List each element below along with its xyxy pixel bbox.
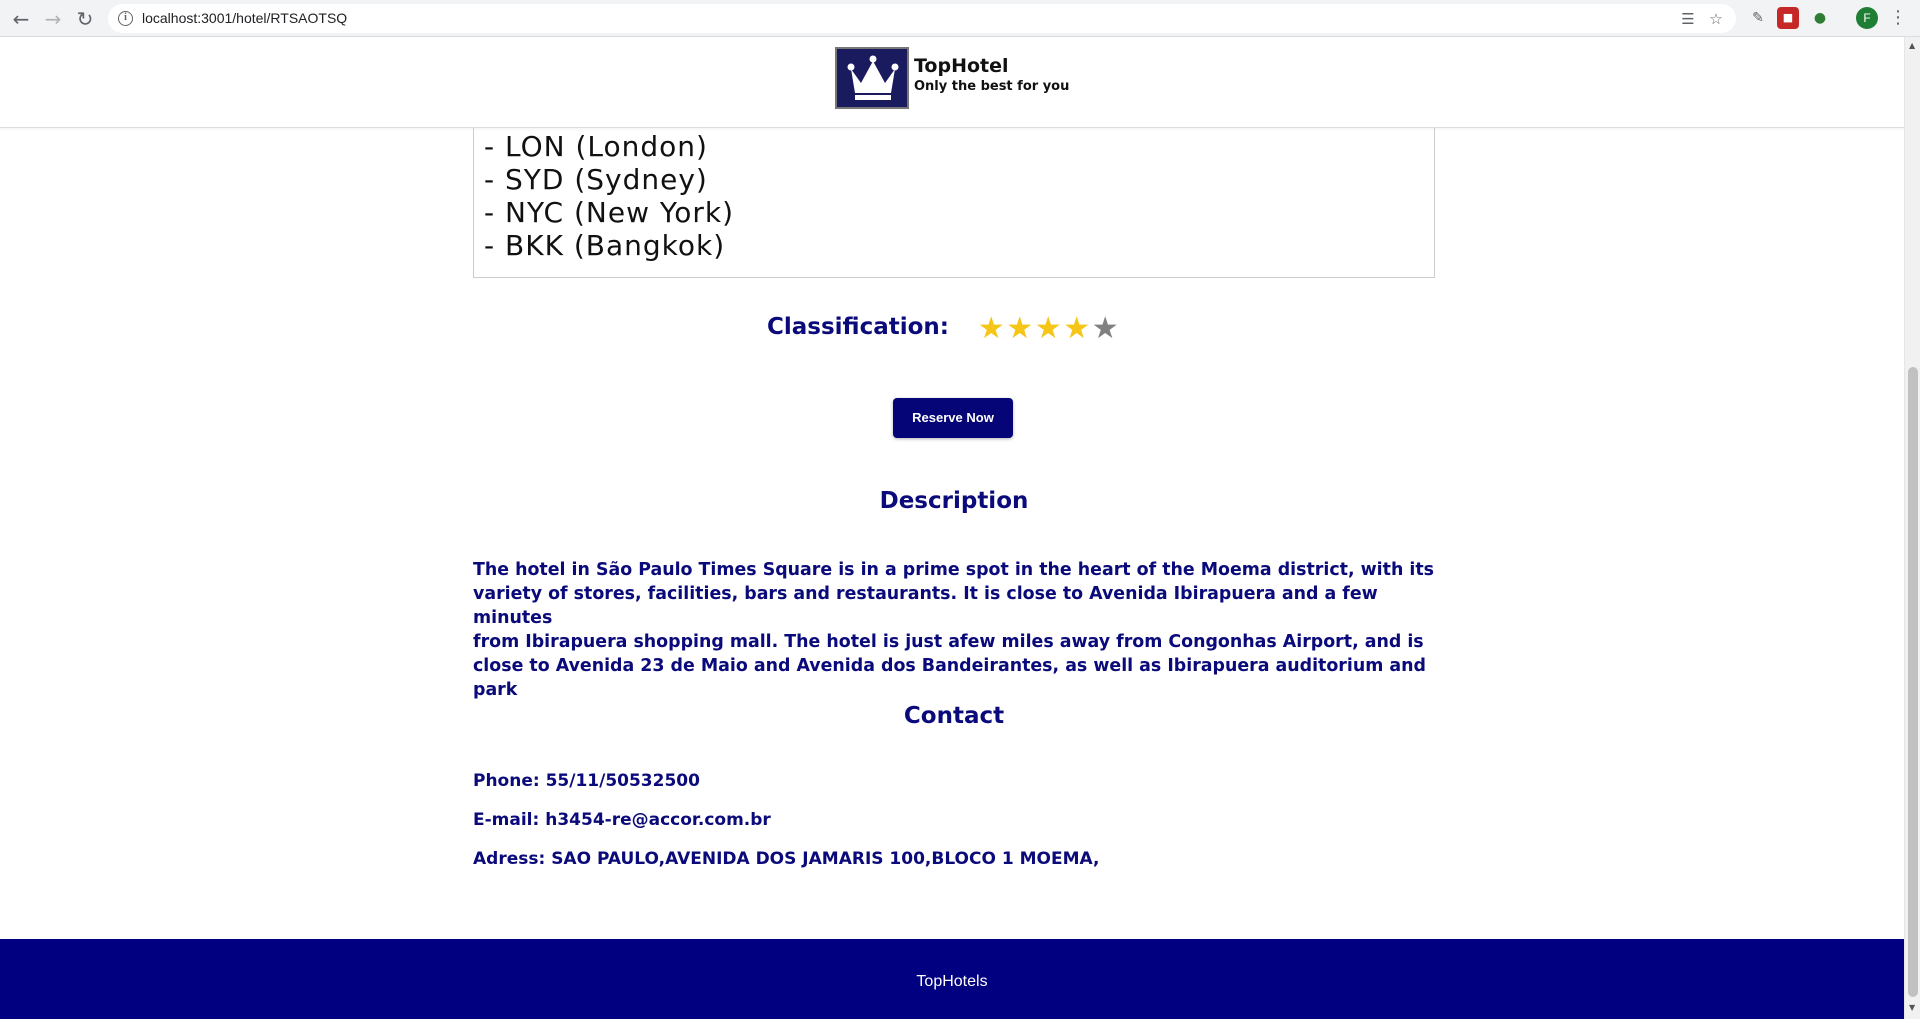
classification-label: Classification: [767, 314, 950, 340]
extension-icon[interactable]: ✎ [1747, 7, 1769, 29]
airport-code-line: - NYC (New York) [484, 196, 735, 229]
logo[interactable]: TopHotel Only the best for you [835, 47, 1075, 109]
extension-icon[interactable]: ● [1809, 7, 1831, 29]
description-heading: Description [879, 488, 1029, 514]
scroll-thumb[interactable] [1908, 367, 1918, 997]
star-empty-icon: ★ [1091, 311, 1119, 346]
site-footer: TopHotels [0, 939, 1904, 1019]
reserve-now-button[interactable]: Reserve Now [893, 398, 1013, 438]
description-line: The hotel in São Paulo Times Square is i… [473, 560, 1435, 580]
airport-code-line: - BKK (Bangkok) [484, 229, 726, 262]
kebab-menu-icon[interactable]: ⋮ [1888, 6, 1908, 30]
star-filled-icon: ★ [1063, 311, 1091, 346]
browser-toolbar: ← → ↻ i localhost:3001/hotel/RTSAOTSQ ☰ … [0, 0, 1920, 37]
site-header: TopHotel Only the best for you [0, 37, 1904, 128]
contact-address: Adress: SAO PAULO,AVENIDA DOS JAMARIS 10… [473, 849, 1100, 869]
page-scrollbar[interactable]: ▲ ▼ [1904, 37, 1920, 1019]
description-line: close to Avenida 23 de Maio and Avenida … [473, 656, 1426, 700]
contact-email: E-mail: h3454-re@accor.com.br [473, 810, 771, 830]
airport-code-line: - LON (London) [484, 130, 708, 163]
address-bar[interactable]: i localhost:3001/hotel/RTSAOTSQ ☰ ☆ [108, 4, 1736, 33]
footer-text: TopHotels [916, 973, 988, 990]
description-line: from Ibirapuera shopping mall. The hotel… [473, 632, 1424, 652]
airport-codes-image: - LON (London) - SYD (Sydney) - NYC (New… [473, 128, 1435, 278]
star-filled-icon: ★ [977, 311, 1005, 346]
translate-icon[interactable]: ☰ [1678, 9, 1698, 29]
reload-icon[interactable]: ↻ [72, 6, 98, 32]
contact-heading: Contact [903, 703, 1005, 729]
scroll-up-icon[interactable]: ▲ [1909, 41, 1915, 50]
back-icon[interactable]: ← [8, 6, 34, 32]
description-text: The hotel in São Paulo Times Square is i… [473, 558, 1435, 702]
bookmark-star-icon[interactable]: ☆ [1706, 9, 1726, 29]
logo-title: TopHotel [914, 55, 1009, 77]
url-text[interactable]: localhost:3001/hotel/RTSAOTSQ [142, 10, 347, 26]
extension-icon[interactable]: ■ [1777, 7, 1799, 29]
star-filled-icon: ★ [1034, 311, 1062, 346]
crown-icon [835, 47, 909, 109]
star-rating: ★★★★★ [977, 312, 1120, 346]
scroll-down-icon[interactable]: ▼ [1909, 1003, 1915, 1012]
description-line: variety of stores, facilities, bars and … [473, 584, 1378, 628]
star-filled-icon: ★ [1006, 311, 1034, 346]
profile-avatar[interactable]: F [1856, 7, 1878, 29]
logo-subtitle: Only the best for you [914, 79, 1070, 94]
contact-phone: Phone: 55/11/50532500 [473, 771, 700, 791]
airport-code-line: - SYD (Sydney) [484, 163, 708, 196]
forward-icon[interactable]: → [40, 6, 66, 32]
info-icon[interactable]: i [118, 11, 133, 26]
